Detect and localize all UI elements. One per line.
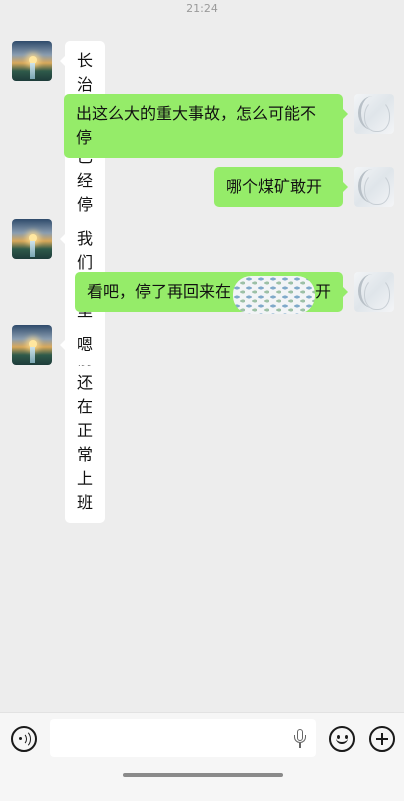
- home-indicator[interactable]: [123, 773, 283, 777]
- my-avatar[interactable]: [354, 167, 394, 207]
- contact-avatar[interactable]: [12, 325, 52, 365]
- contact-avatar[interactable]: [12, 41, 52, 81]
- emoji-button[interactable]: [329, 726, 355, 752]
- more-options-button[interactable]: [369, 726, 395, 752]
- face-graphic: [364, 173, 390, 205]
- message-bubble[interactable]: 嗯: [59, 325, 106, 365]
- redaction-overlay: [233, 276, 315, 314]
- message-text: 嗯: [77, 335, 94, 354]
- message-text: 出这么大的重大事故，怎么可能不停: [76, 104, 317, 147]
- waterfall-graphic: [30, 241, 35, 257]
- microphone-icon[interactable]: [294, 729, 306, 749]
- message-bubble[interactable]: 哪个煤矿敢开: [214, 167, 348, 207]
- my-avatar[interactable]: [354, 272, 394, 312]
- chat-history[interactable]: 长治目前已经停了25个矿了 出这么大的重大事故，怎么可能不停 哪个煤矿敢开 我们…: [0, 0, 404, 712]
- message-bubble[interactable]: 出这么大的重大事故，怎么可能不停: [64, 94, 348, 158]
- message-bubble[interactable]: 我们这里目前还在正常上班: [59, 219, 106, 523]
- contact-avatar[interactable]: [12, 219, 52, 259]
- message-input[interactable]: [50, 719, 316, 757]
- face-graphic: [364, 100, 390, 132]
- message-text: 看吧，停了再回来在: [87, 282, 232, 301]
- face-graphic: [364, 278, 390, 310]
- waterfall-graphic: [30, 347, 35, 363]
- my-avatar[interactable]: [354, 94, 394, 134]
- voice-mode-button[interactable]: [11, 726, 37, 752]
- message-text: 哪个煤矿敢开: [226, 177, 323, 196]
- input-bar: [0, 712, 404, 801]
- waterfall-graphic: [30, 63, 35, 79]
- message-text-tail: 开: [314, 282, 331, 301]
